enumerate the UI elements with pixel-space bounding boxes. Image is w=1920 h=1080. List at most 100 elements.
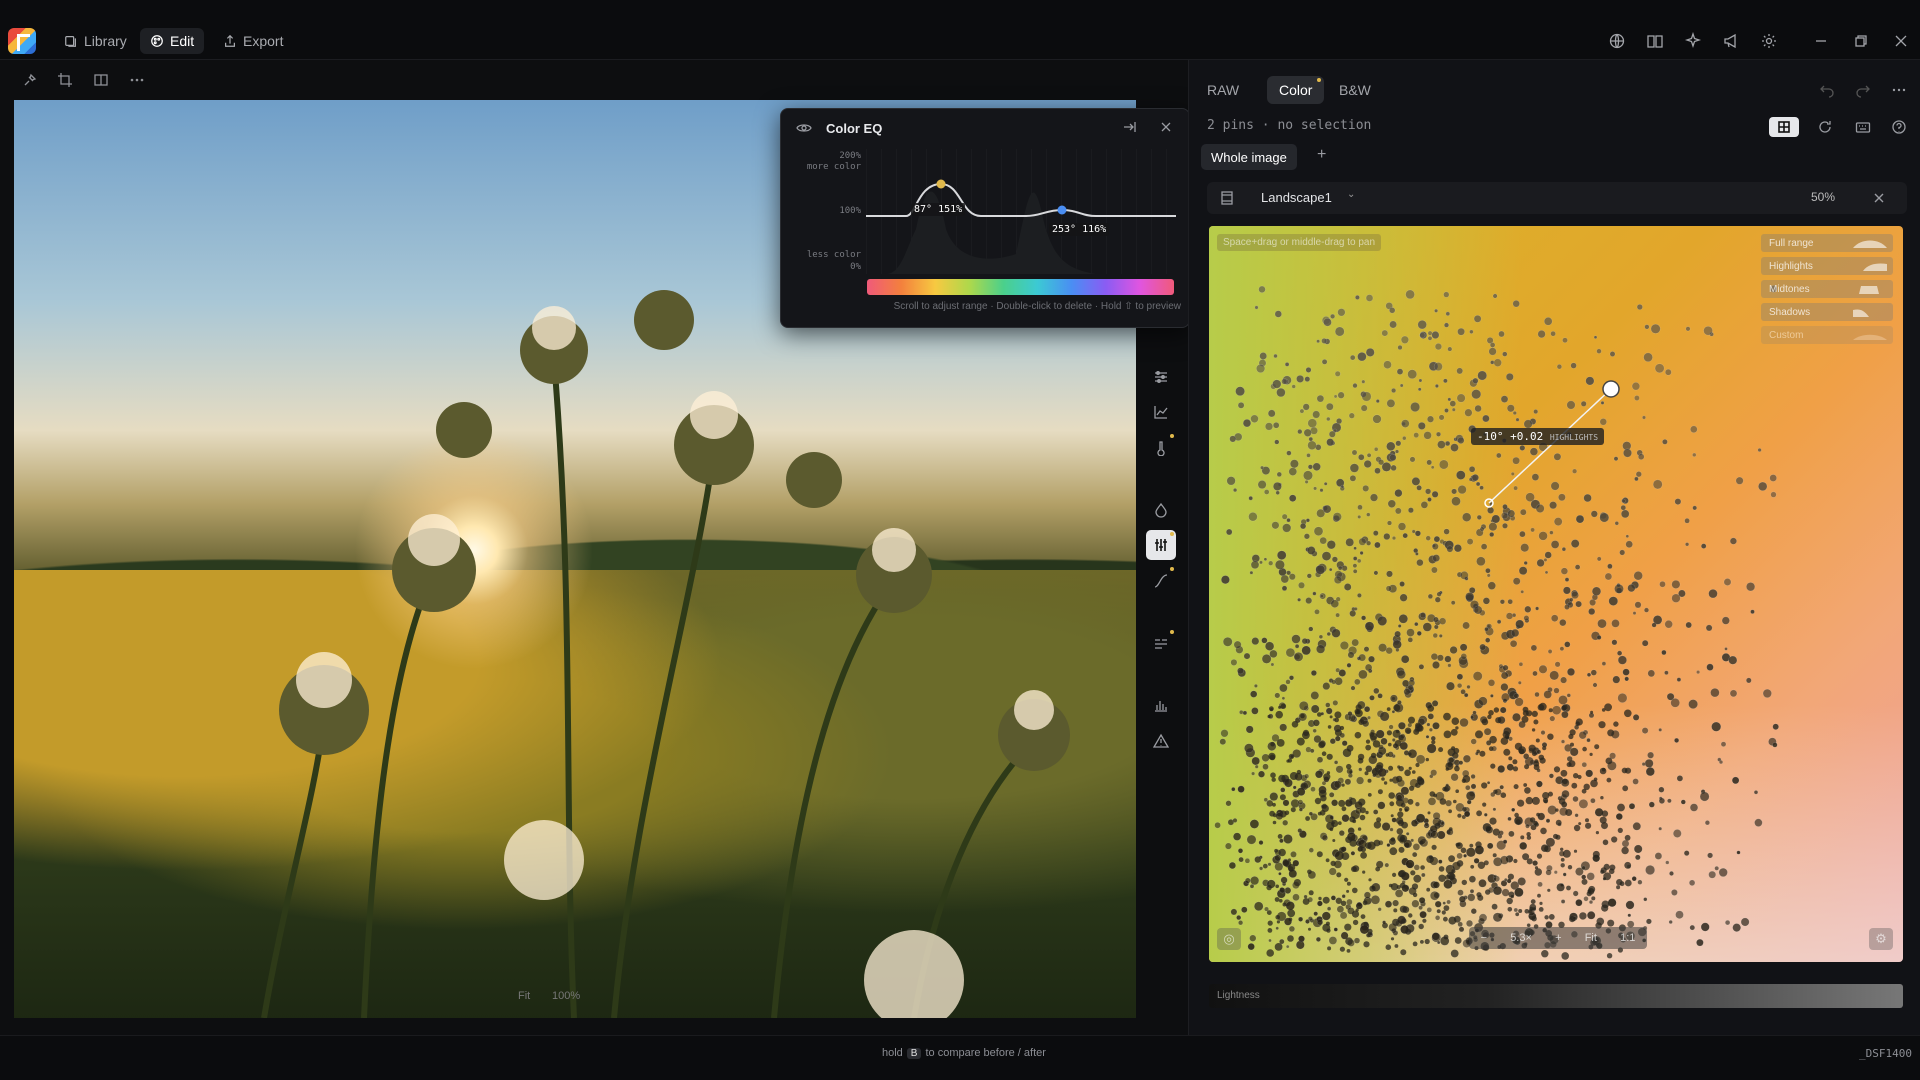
photo-zoom-100[interactable]: 100% bbox=[552, 990, 580, 1002]
range-full-shape-icon bbox=[1853, 240, 1887, 248]
range-custom-label: Custom bbox=[1769, 329, 1804, 341]
restore-icon[interactable] bbox=[1852, 32, 1870, 50]
tab-bw[interactable]: B&W bbox=[1327, 76, 1383, 104]
tab-color[interactable]: Color bbox=[1267, 76, 1325, 104]
compare-key: B bbox=[906, 1048, 922, 1059]
eye-icon[interactable] bbox=[796, 120, 812, 136]
sparkle-icon[interactable] bbox=[1684, 31, 1702, 50]
range-full-label: Full range bbox=[1769, 237, 1814, 249]
scope-pin-handle[interactable] bbox=[1602, 380, 1620, 398]
scope-pin-readout-tag: HIGHLIGHTS bbox=[1549, 433, 1599, 442]
zoom-out-button[interactable]: − bbox=[1481, 932, 1487, 944]
scope-eye-icon[interactable]: ◎ bbox=[1217, 928, 1241, 950]
photo-zoom-fit[interactable]: Fit bbox=[518, 990, 530, 1002]
tab-edit[interactable]: Edit bbox=[140, 28, 205, 54]
noise-icon[interactable] bbox=[1150, 632, 1172, 654]
scope-zoom-bar: − 5.3× + Fit 1:1 bbox=[1469, 927, 1647, 949]
compare-hint-hold: hold bbox=[882, 1047, 903, 1059]
whole-image-chip[interactable]: Whole image bbox=[1201, 144, 1297, 170]
eq-pin-warm[interactable] bbox=[936, 179, 946, 189]
reset-icon[interactable] bbox=[1815, 117, 1835, 137]
range-midtones-label: Midtones bbox=[1769, 283, 1810, 295]
film-icon bbox=[1217, 188, 1237, 208]
globe-icon[interactable] bbox=[1608, 32, 1626, 50]
y-label-top: 200% bbox=[839, 151, 861, 161]
app-logo bbox=[8, 28, 36, 54]
settings-gear-icon[interactable] bbox=[1760, 32, 1778, 50]
color-scope[interactable]: Space+drag or middle-drag to pan Full ra… bbox=[1209, 226, 1903, 962]
upload-icon bbox=[225, 34, 235, 47]
book-icon[interactable] bbox=[1646, 32, 1664, 50]
range-highlights-label: Highlights bbox=[1769, 260, 1813, 272]
y-label-top-sub: more color bbox=[806, 162, 861, 172]
range-midtones[interactable]: Midtones bbox=[1761, 280, 1893, 298]
close-panel-icon[interactable] bbox=[1158, 119, 1174, 135]
split-view-icon[interactable] bbox=[93, 72, 111, 90]
range-full[interactable]: Full range bbox=[1761, 234, 1893, 252]
tab-edit-label: Edit bbox=[170, 33, 195, 49]
tab-raw[interactable]: RAW bbox=[1195, 76, 1251, 104]
zoom-fit-button[interactable]: Fit bbox=[1585, 932, 1597, 944]
close-scope-icon[interactable] bbox=[1869, 188, 1889, 208]
lightness-bar[interactable]: Lightness bbox=[1209, 984, 1903, 1008]
y-label-mid: 100% bbox=[839, 206, 861, 216]
droplet-icon[interactable] bbox=[1150, 499, 1172, 521]
scope-pin-readout-value: -10° +0.02 bbox=[1477, 430, 1544, 443]
pin-status: 2 pins · no selection bbox=[1207, 118, 1372, 133]
y-label-bottom: 0% bbox=[850, 262, 861, 272]
scope-settings-icon[interactable]: ⚙ bbox=[1869, 928, 1893, 950]
eq-pin-label-2: 253° 116% bbox=[1049, 223, 1110, 236]
scope-view-icon[interactable] bbox=[1769, 117, 1799, 137]
keyboard-icon[interactable] bbox=[1853, 117, 1873, 137]
color-tab-dot bbox=[1317, 78, 1321, 82]
scope-header: Landscape1 ⌄ 50% bbox=[1207, 182, 1907, 214]
scope-zoom: 50% bbox=[1811, 190, 1836, 204]
top-bar: Library Edit Export bbox=[0, 0, 1920, 60]
close-window-icon[interactable] bbox=[1892, 32, 1910, 50]
minimize-icon[interactable] bbox=[1812, 32, 1830, 50]
dock-panel-icon[interactable] bbox=[1121, 119, 1137, 135]
range-shadows[interactable]: Shadows bbox=[1761, 303, 1893, 321]
library-icon bbox=[65, 36, 76, 47]
undo-icon[interactable] bbox=[1817, 80, 1837, 100]
pan-hint: Space+drag or middle-drag to pan bbox=[1217, 234, 1382, 251]
warning-icon[interactable] bbox=[1150, 730, 1172, 752]
tab-export[interactable]: Export bbox=[213, 28, 293, 54]
scope-preset-name[interactable]: Landscape1 bbox=[1261, 190, 1332, 205]
range-shadows-shape-icon bbox=[1853, 309, 1869, 317]
eq-pin-cool[interactable] bbox=[1057, 205, 1067, 215]
tab-export-label: Export bbox=[243, 33, 284, 49]
megaphone-icon[interactable] bbox=[1722, 32, 1740, 50]
redo-icon[interactable] bbox=[1853, 80, 1873, 100]
pin-tool-icon[interactable] bbox=[22, 72, 40, 90]
range-midtones-shape-icon bbox=[1859, 286, 1879, 294]
thermometer-icon[interactable] bbox=[1150, 437, 1172, 459]
help-icon[interactable] bbox=[1889, 117, 1909, 137]
zoom-1to1-button[interactable]: 1:1 bbox=[1620, 932, 1635, 944]
more-options-icon[interactable] bbox=[129, 72, 147, 90]
scope-pin-readout: -10° +0.02 HIGHLIGHTS bbox=[1471, 428, 1605, 445]
tab-library[interactable]: Library bbox=[54, 28, 137, 54]
y-label-bottom-sub: less color bbox=[806, 250, 861, 260]
range-custom[interactable]: Custom bbox=[1761, 326, 1893, 344]
color-eq-hint: Scroll to adjust range · Double-click to… bbox=[893, 301, 1181, 312]
sliders-icon[interactable] bbox=[1150, 366, 1172, 388]
color-eq-panel: Color EQ 200% more color 100% less color… bbox=[780, 108, 1190, 328]
chevron-down-icon[interactable]: ⌄ bbox=[1347, 189, 1355, 200]
range-highlights[interactable]: Highlights bbox=[1761, 257, 1893, 275]
file-name: _DSF1400 bbox=[1859, 1047, 1912, 1060]
panel-more-icon[interactable] bbox=[1889, 80, 1909, 100]
chart-line-icon[interactable] bbox=[1150, 401, 1172, 423]
zoom-in-button[interactable]: + bbox=[1555, 932, 1561, 944]
zoom-value: 5.3× bbox=[1510, 932, 1532, 944]
hue-strip[interactable] bbox=[867, 279, 1174, 295]
range-highlights-shape-icon bbox=[1853, 263, 1887, 271]
right-panel: RAW Color B&W 2 pins · no selection Whol… bbox=[1188, 60, 1920, 1035]
palette-icon bbox=[151, 35, 163, 47]
histogram-icon[interactable] bbox=[1150, 694, 1172, 716]
add-mask-button[interactable]: + bbox=[1317, 146, 1326, 164]
curve-icon[interactable] bbox=[1150, 570, 1172, 592]
crop-icon[interactable] bbox=[57, 72, 75, 90]
tool-indicator-dot bbox=[1170, 434, 1174, 438]
tool-indicator-dot bbox=[1170, 532, 1174, 536]
